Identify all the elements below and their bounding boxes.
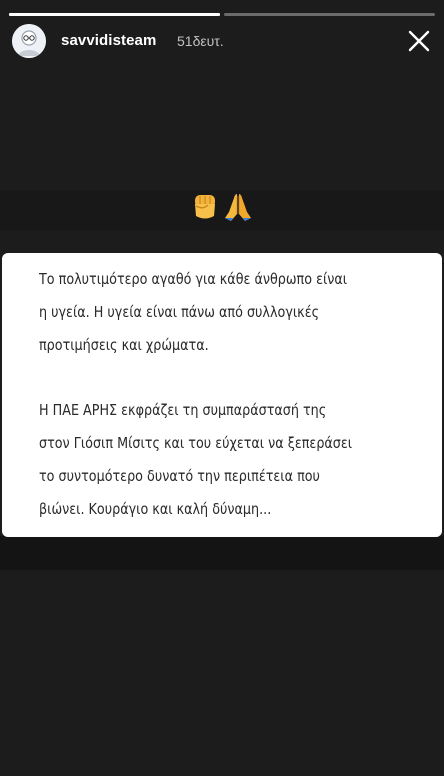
- avatar-icon: [12, 24, 46, 58]
- story-timestamp: 51δευτ.: [177, 33, 224, 49]
- story-header: savvidisteam 51δευτ.: [12, 24, 432, 60]
- story-progress-fill-1: [9, 13, 220, 16]
- statement-line: στον Γιόσιπ Μίσιτς και του εύχεται να ξε…: [39, 434, 353, 452]
- folded-hands-icon: [221, 190, 255, 224]
- statement-line: η υγεία. Η υγεία είναι πάνω από συλλογικ…: [39, 303, 320, 321]
- statement-line: το συντομότερο δυνατό την περιπέτεια που: [39, 467, 320, 485]
- story-viewer: savvidisteam 51δευτ. Το πολυτιμότερο αγα…: [0, 0, 444, 776]
- statement-line: βιώνει. Κουράγιο και καλή δύναμη...: [39, 500, 272, 518]
- avatar[interactable]: [12, 24, 46, 58]
- close-button[interactable]: [406, 28, 432, 54]
- raised-fist-icon: [188, 190, 222, 224]
- statement-line: Το πολυτιμότερο αγαθό για κάθε άνθρωπο ε…: [39, 270, 348, 288]
- story-band-bottom: [0, 536, 444, 570]
- statement-line: προτιμήσεις και χρώματα.: [39, 336, 209, 354]
- story-progress-segment-1: [9, 13, 220, 16]
- statement-card: Το πολυτιμότερο αγαθό για κάθε άνθρωπο ε…: [2, 253, 442, 537]
- statement-paragraph-1: Το πολυτιμότερο αγαθό για κάθε άνθρωπο ε…: [39, 263, 379, 362]
- statement-paragraph-2: Η ΠΑΕ ΑΡΗΣ εκφράζει τη συμπαράστασή της …: [39, 394, 379, 526]
- story-progress-segment-2: [224, 13, 435, 16]
- close-icon: [408, 30, 430, 52]
- statement-line: Η ΠΑΕ ΑΡΗΣ εκφράζει τη συμπαράστασή της: [39, 401, 327, 419]
- username[interactable]: savvidisteam: [61, 32, 156, 49]
